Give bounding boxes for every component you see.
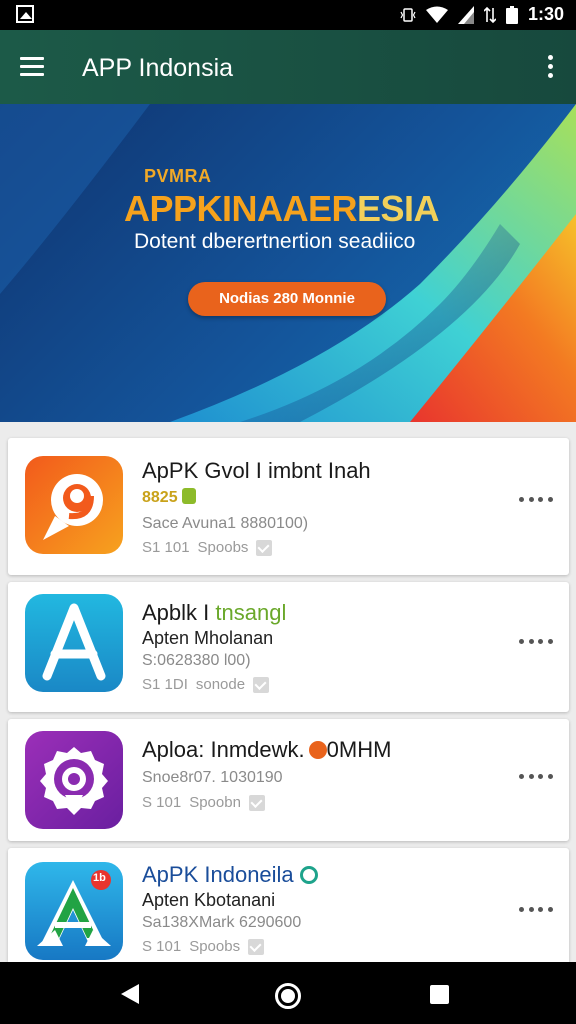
app-name-text: Apblk I (142, 600, 210, 625)
green-a-icon: 1b (25, 862, 123, 960)
app-size: S1 101 Spoobs (142, 539, 273, 556)
app-name: Aploa: Inmdewk. 0MHM (142, 737, 391, 763)
status-icons: 1:30 (400, 4, 564, 25)
app-size-label: sonode (195, 676, 246, 693)
app-developer: Apten Kbotanani (142, 890, 276, 910)
app-size-label: Spoobs (189, 938, 241, 955)
data-icon (483, 6, 496, 23)
wifi-icon (425, 6, 448, 23)
app-name: ApPK Indoneila (142, 862, 318, 888)
banner-title: APPKINAAERESIA (124, 188, 440, 230)
verified-icon (299, 866, 318, 884)
overflow-menu-icon[interactable] (546, 55, 554, 81)
home-icon[interactable] (275, 983, 301, 1009)
picture-icon (16, 5, 34, 23)
app-size: S 101 Spoobs (142, 938, 265, 955)
banner-background (0, 104, 576, 422)
app-size: S 101 Spoobn (142, 794, 265, 811)
app-list-item[interactable]: Aploa: Inmdewk. 0MHM Snoe8r07. 1030190 S … (8, 719, 569, 841)
banner-title-part1: APPKINAAER (124, 188, 358, 229)
app-list-item[interactable]: ApPK Gvol I imbnt Inah 8825 Sace Avuna1 … (8, 438, 569, 575)
battery-icon (505, 5, 518, 24)
more-options-icon[interactable] (519, 636, 553, 646)
app-developer: Apten Mholanan (142, 628, 274, 648)
app-bar: APP Indonsia (0, 30, 576, 104)
blue-a-icon (25, 594, 123, 692)
navigation-bar (0, 962, 576, 1024)
app-name: Apblk I tnsangl (142, 600, 286, 626)
app-size-label: Spoobn (189, 794, 241, 811)
orange-g-icon (25, 456, 123, 554)
page-title: APP Indonsia (82, 54, 234, 82)
app-rating-text: 8825 (142, 489, 178, 506)
app-meta: Snoe8r07. 1030190 (142, 769, 283, 786)
hamburger-menu-icon[interactable] (20, 57, 44, 77)
app-size-value: S1 1DI (142, 676, 188, 693)
app-name-highlight: tnsangl (215, 600, 287, 625)
app-name-text: Aploa: Inmdewk. (142, 737, 305, 762)
app-size-label: Spoobs (197, 539, 249, 556)
back-icon[interactable] (121, 984, 139, 1004)
promo-banner[interactable]: PVMRA APPKINAAERESIA Dotent dberertnerti… (0, 104, 576, 422)
app-list-item[interactable]: 1b ApPK Indoneila Apten Kbotanani Sa138X… (8, 848, 569, 962)
banner-kicker: PVMRA (144, 166, 212, 186)
banner-title-part2: ESIA (357, 188, 440, 229)
app-size: S1 1DI sonode (142, 676, 270, 693)
recents-icon[interactable] (430, 985, 449, 1004)
app-list-item[interactable]: Apblk I tnsangl Apten Mholanan S:0628380… (8, 582, 569, 712)
status-bar: 1:30 (0, 0, 576, 30)
check-icon (253, 676, 270, 693)
badge-icon (181, 488, 196, 504)
more-options-icon[interactable] (519, 494, 553, 504)
app-size-value: S 101 (142, 938, 182, 955)
vibrate-icon (400, 7, 416, 22)
app-name: ApPK Gvol I imbnt Inah (142, 458, 371, 483)
more-options-icon[interactable] (519, 771, 553, 781)
app-meta: Sace Avuna1 8880100) (142, 515, 309, 532)
notification-badge: 1b (93, 872, 106, 884)
signal-icon (457, 5, 474, 24)
status-time: 1:30 (527, 4, 564, 24)
purple-pin-icon (25, 731, 123, 829)
check-icon (248, 938, 265, 955)
more-options-icon[interactable] (519, 904, 553, 914)
banner-subtitle: Dotent dberertnertion seadiico (134, 230, 416, 253)
app-meta: S:0628380 l00) (142, 652, 251, 669)
banner-cta-button[interactable]: Nodias 280 Monnie (188, 282, 386, 316)
check-icon (248, 794, 265, 811)
app-meta: Sa138XMark 6290600 (142, 914, 302, 931)
badge-icon (308, 741, 327, 759)
app-name-suffix: 0MHM (326, 737, 392, 762)
app-rating: 8825 (142, 488, 196, 507)
check-icon (256, 539, 273, 556)
app-size-value: S 101 (142, 794, 182, 811)
app-size-value: S1 101 (142, 539, 190, 556)
app-name-text: ApPK Indoneila (142, 862, 294, 887)
